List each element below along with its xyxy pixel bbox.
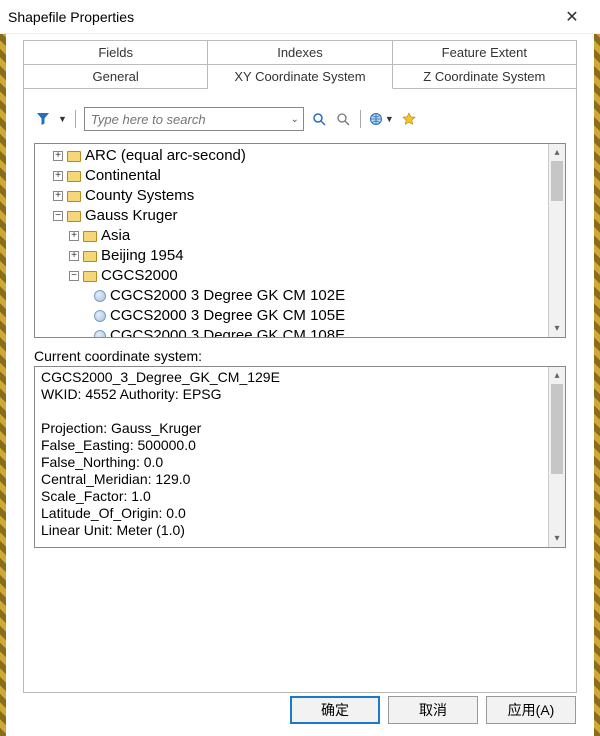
tree-label: ARC (equal arc-second) xyxy=(85,147,246,164)
scroll-thumb[interactable] xyxy=(551,161,563,201)
tree-node-county[interactable]: + County Systems xyxy=(39,186,544,206)
filter-icon[interactable] xyxy=(34,110,52,128)
projection-icon xyxy=(94,310,106,322)
tree-label: CGCS2000 3 Degree GK CM 102E xyxy=(110,287,345,304)
projection-icon xyxy=(94,330,106,337)
apply-button[interactable]: 应用(A) xyxy=(486,696,576,724)
collapse-icon[interactable]: − xyxy=(69,271,79,281)
new-crs-button[interactable]: ▼ xyxy=(369,112,394,126)
close-button[interactable]: ✕ xyxy=(556,5,588,29)
folder-icon xyxy=(67,191,81,202)
tree-label: County Systems xyxy=(85,187,194,204)
cancel-button[interactable]: 取消 xyxy=(388,696,478,724)
toolbar-separator xyxy=(75,110,76,128)
expand-icon[interactable]: + xyxy=(69,231,79,241)
current-cs-label: Current coordinate system: xyxy=(34,348,566,364)
details-scrollbar[interactable]: ▴ ▾ xyxy=(548,367,565,547)
scroll-thumb[interactable] xyxy=(551,384,563,474)
favorite-star-icon[interactable] xyxy=(400,110,418,128)
filter-dropdown-icon[interactable]: ▼ xyxy=(58,114,67,124)
world-search-icon[interactable] xyxy=(334,110,352,128)
expand-icon[interactable]: + xyxy=(69,251,79,261)
toolbar-separator-2 xyxy=(360,110,361,128)
tree-label: Gauss Kruger xyxy=(85,207,178,224)
search-input[interactable] xyxy=(85,112,286,127)
tab-general[interactable]: General xyxy=(23,64,208,89)
tree-node-beijing1954[interactable]: + Beijing 1954 xyxy=(39,246,544,266)
folder-icon xyxy=(67,151,81,162)
tree-label: CGCS2000 xyxy=(101,267,178,284)
folder-icon xyxy=(83,251,97,262)
tree-item-105e[interactable]: CGCS2000 3 Degree GK CM 105E xyxy=(39,306,544,326)
folder-icon xyxy=(83,231,97,242)
tree-label: Continental xyxy=(85,167,161,184)
current-cs-box: CGCS2000_3_Degree_GK_CM_129E WKID: 4552 … xyxy=(34,366,566,548)
tree-item-108e[interactable]: CGCS2000 3 Degree GK CM 108E xyxy=(39,326,544,337)
tree-node-arc[interactable]: + ARC (equal arc-second) xyxy=(39,146,544,166)
tab-z-coordinate-system[interactable]: Z Coordinate System xyxy=(393,64,577,89)
tab-xy-coordinate-system[interactable]: XY Coordinate System xyxy=(208,64,392,89)
scroll-up-icon[interactable]: ▴ xyxy=(549,367,565,384)
current-cs-text: CGCS2000_3_Degree_GK_CM_129E WKID: 4552 … xyxy=(35,367,548,547)
tab-feature-extent[interactable]: Feature Extent xyxy=(393,40,577,64)
expand-icon[interactable]: + xyxy=(53,171,63,181)
scroll-down-icon[interactable]: ▾ xyxy=(549,320,565,337)
window-title: Shapefile Properties xyxy=(8,9,134,25)
search-combo[interactable]: ⌄ xyxy=(84,107,304,131)
folder-icon xyxy=(83,271,97,282)
folder-icon xyxy=(67,171,81,182)
scroll-up-icon[interactable]: ▴ xyxy=(549,144,565,161)
tab-fields[interactable]: Fields xyxy=(23,40,208,64)
search-icon[interactable] xyxy=(310,110,328,128)
tree-label: Asia xyxy=(101,227,130,244)
tree-node-gauss-kruger[interactable]: − Gauss Kruger xyxy=(39,206,544,226)
folder-icon xyxy=(67,211,81,222)
tab-indexes[interactable]: Indexes xyxy=(208,40,392,64)
tree-node-continental[interactable]: + Continental xyxy=(39,166,544,186)
expand-icon[interactable]: + xyxy=(53,151,63,161)
tree-label: CGCS2000 3 Degree GK CM 108E xyxy=(110,327,345,337)
projection-icon xyxy=(94,290,106,302)
tree-label: CGCS2000 3 Degree GK CM 105E xyxy=(110,307,345,324)
chevron-down-icon[interactable]: ⌄ xyxy=(286,114,303,125)
tree-label: Beijing 1954 xyxy=(101,247,184,264)
left-edge-decor xyxy=(0,34,6,736)
collapse-icon[interactable]: − xyxy=(53,211,63,221)
tree-scrollbar[interactable]: ▴ ▾ xyxy=(548,144,565,337)
tree-item-102e[interactable]: CGCS2000 3 Degree GK CM 102E xyxy=(39,286,544,306)
right-edge-decor xyxy=(594,34,600,736)
ok-button[interactable]: 确定 xyxy=(290,696,380,724)
tree-node-cgcs2000[interactable]: − CGCS2000 xyxy=(39,266,544,286)
expand-icon[interactable]: + xyxy=(53,191,63,201)
scroll-down-icon[interactable]: ▾ xyxy=(549,530,565,547)
chevron-down-icon: ▼ xyxy=(385,114,394,124)
tree-node-asia[interactable]: + Asia xyxy=(39,226,544,246)
coordinate-system-tree[interactable]: + ARC (equal arc-second) + Continental + Co… xyxy=(34,143,566,338)
